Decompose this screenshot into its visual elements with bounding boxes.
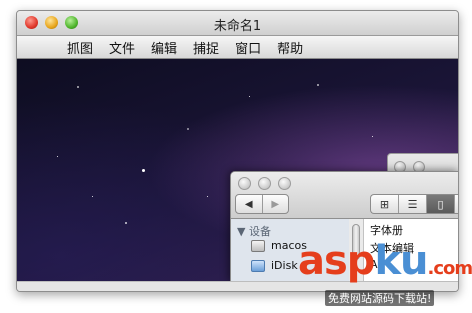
list-item[interactable]: 字体册: [370, 222, 403, 238]
finder-zoom-button[interactable]: [278, 177, 291, 190]
star: [57, 156, 58, 157]
title-bar[interactable]: 未命名1: [17, 11, 458, 36]
watermark-subtitle: 免费网站源码下载站!: [325, 290, 435, 306]
idisk-icon: [251, 259, 265, 272]
disclosure-triangle-icon[interactable]: ▼: [237, 225, 245, 238]
view-mode-control: ⊞ ☰ ▯: [370, 194, 458, 214]
menu-item-help[interactable]: 帮助: [277, 38, 303, 57]
finder-minimize-button[interactable]: [258, 177, 271, 190]
forward-arrow-icon[interactable]: ▶: [261, 195, 289, 213]
star: [372, 136, 373, 137]
star: [92, 196, 93, 197]
watermark-text: .com: [427, 258, 472, 279]
star: [77, 86, 79, 88]
window-title: 未命名1: [213, 19, 262, 34]
watermark-logo: aspku.com: [298, 238, 472, 284]
finder-toolbar: ◀ ▶ ⊞ ☰ ▯: [231, 172, 458, 219]
star: [317, 84, 319, 86]
column-view-icon[interactable]: ▯: [427, 195, 455, 213]
menu-item-file[interactable]: 文件: [109, 38, 135, 57]
hard-disk-icon: [251, 239, 265, 252]
watermark-text: ku: [374, 238, 428, 284]
finder-close-button[interactable]: [238, 177, 251, 190]
sidebar-section-devices[interactable]: ▼ 设备: [237, 223, 271, 239]
sidebar-item-idisk[interactable]: iDisk: [251, 259, 298, 272]
star: [125, 222, 127, 224]
star: [207, 196, 208, 197]
sidebar-section-label: 设备: [248, 225, 271, 238]
menu-item-window[interactable]: 窗口: [235, 38, 261, 57]
star: [249, 96, 250, 97]
back-arrow-icon[interactable]: ◀: [236, 195, 262, 213]
icon-view-icon[interactable]: ⊞: [371, 195, 399, 213]
menu-item-capture[interactable]: 捕捉: [193, 38, 219, 57]
back-forward-control: ◀ ▶: [235, 194, 289, 214]
menu-bar: 抓图 文件 编辑 捕捉 窗口 帮助: [17, 36, 458, 59]
sidebar-item-label: iDisk: [271, 259, 298, 272]
menu-item-grab[interactable]: 抓图: [67, 38, 93, 57]
menu-item-edit[interactable]: 编辑: [151, 38, 177, 57]
list-view-icon[interactable]: ☰: [399, 195, 427, 213]
star: [187, 128, 189, 130]
watermark-text: asp: [298, 238, 375, 284]
star: [142, 169, 145, 172]
